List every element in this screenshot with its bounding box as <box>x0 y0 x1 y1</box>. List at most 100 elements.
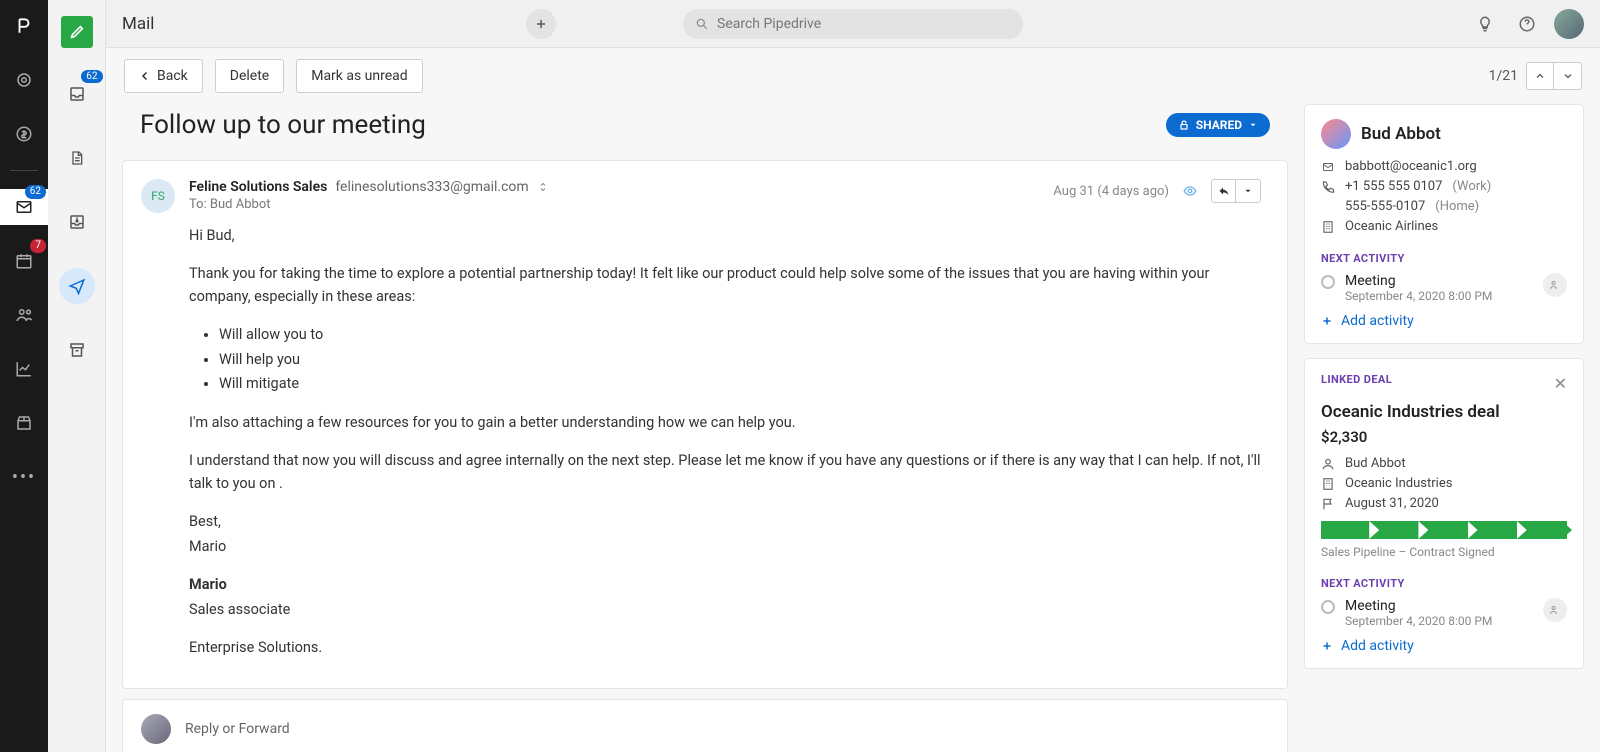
bullet: Will allow you to <box>219 324 1261 346</box>
body-greeting: Hi Bud, <box>189 225 1261 247</box>
contact-phone2-row[interactable]: 555-555-0107 (Home) <box>1321 199 1567 214</box>
activity-participants[interactable] <box>1543 273 1567 297</box>
contact-name[interactable]: Bud Abbot <box>1361 124 1441 144</box>
mail-icon <box>1321 161 1335 173</box>
contact-phone1-row[interactable]: +1 555 555 0107 (Work) <box>1321 179 1567 194</box>
subnav-inbox[interactable]: 62 <box>59 76 95 112</box>
rail-logo[interactable] <box>0 8 48 44</box>
mail-toolbar: Back Delete Mark as unread 1/21 <box>106 48 1600 104</box>
chart-icon <box>15 360 33 378</box>
search-placeholder: Search Pipedrive <box>717 16 821 32</box>
rail-calendar[interactable]: 7 <box>0 243 48 279</box>
subnav-outbox[interactable] <box>59 204 95 240</box>
deal-add-activity[interactable]: Add activity <box>1321 638 1567 654</box>
shared-label: SHARED <box>1196 118 1242 132</box>
contact-avatar <box>1321 119 1351 149</box>
shared-pill[interactable]: SHARED <box>1166 113 1270 137</box>
plus-icon <box>1321 315 1333 327</box>
sender-avatar: FS <box>141 179 175 213</box>
mail-icon <box>15 198 33 216</box>
deal-org-row[interactable]: Oceanic Industries <box>1321 476 1567 491</box>
body-p3: I understand that now you will discuss a… <box>189 450 1261 495</box>
subnav-archive[interactable] <box>59 332 95 368</box>
activity-checkbox[interactable] <box>1321 600 1335 614</box>
page-title: Mail <box>122 14 154 34</box>
page-counter: 1/21 <box>1489 68 1518 84</box>
contact-email-row[interactable]: babbott@oceanic1.org <box>1321 159 1567 174</box>
back-button[interactable]: Back <box>124 59 203 93</box>
search-input[interactable]: Search Pipedrive <box>683 9 1023 39</box>
activity-title: Meeting <box>1345 273 1533 289</box>
signoff2: Mario <box>189 536 1261 558</box>
sig-name: Mario <box>189 574 1261 596</box>
next-button[interactable] <box>1554 62 1582 90</box>
rail-divider <box>10 170 38 171</box>
mark-unread-button[interactable]: Mark as unread <box>296 59 422 93</box>
phone1-label: (Work) <box>1452 179 1491 194</box>
prev-button[interactable] <box>1526 62 1554 90</box>
body-bullets: Will allow you to Will help you Will mit… <box>189 324 1261 395</box>
mark-unread-label: Mark as unread <box>311 68 407 84</box>
search-icon <box>695 17 709 31</box>
book-icon <box>68 213 86 231</box>
compose-button[interactable] <box>61 16 93 48</box>
activity-checkbox[interactable] <box>1321 275 1335 289</box>
activity-participants[interactable] <box>1543 598 1567 622</box>
tips-button[interactable] <box>1470 9 1500 39</box>
caret-down-icon <box>1248 120 1258 130</box>
right-sidebar: Bud Abbot babbott@oceanic1.org +1 555 55… <box>1304 104 1584 736</box>
activity-when: September 4, 2020 8:00 PM <box>1345 289 1533 303</box>
contacts-icon <box>14 306 34 324</box>
sig-role: Sales associate <box>189 599 1261 621</box>
deal-unlink-button[interactable]: ✕ <box>1554 374 1567 393</box>
mail-subnav: 62 <box>48 0 106 752</box>
reply-placeholder: Reply or Forward <box>185 721 290 737</box>
sig-org: Enterprise Solutions. <box>189 637 1261 659</box>
subnav-sent[interactable] <box>59 268 95 304</box>
pencil-icon <box>69 24 85 40</box>
signoff1: Best, <box>189 511 1261 533</box>
subnav-drafts[interactable] <box>59 140 95 176</box>
eye-icon[interactable] <box>1181 184 1199 198</box>
sender-name: Feline Solutions Sales <box>189 179 327 195</box>
people-icon <box>1548 279 1562 291</box>
deal-title[interactable]: Oceanic Industries deal <box>1321 402 1567 422</box>
user-avatar[interactable] <box>1554 9 1584 39</box>
rail-mail[interactable]: 62 <box>0 189 48 225</box>
delete-button[interactable]: Delete <box>215 59 284 93</box>
contact-activity[interactable]: Meeting September 4, 2020 8:00 PM <box>1321 273 1567 303</box>
expand-icon[interactable] <box>537 180 549 194</box>
deal-person-row[interactable]: Bud Abbot <box>1321 456 1567 471</box>
contact-email: babbott@oceanic1.org <box>1345 159 1477 174</box>
pipeline-label: Sales Pipeline – Contract Signed <box>1321 545 1567 559</box>
rail-mail-badge: 62 <box>25 185 46 199</box>
topbar: Mail Search Pipedrive <box>106 0 1600 48</box>
rail-deals[interactable] <box>0 116 48 152</box>
contact-org: Oceanic Airlines <box>1345 219 1438 234</box>
rail-more[interactable]: ••• <box>0 459 48 495</box>
mail-subject: Follow up to our meeting <box>140 110 426 140</box>
target-icon <box>15 71 33 89</box>
deal-org: Oceanic Industries <box>1345 476 1452 491</box>
reply-dropdown[interactable] <box>1236 180 1260 202</box>
contact-add-activity[interactable]: Add activity <box>1321 313 1567 329</box>
contact-org-row[interactable]: Oceanic Airlines <box>1321 219 1567 234</box>
reply-bar[interactable]: Reply or Forward <box>122 699 1288 752</box>
calendar-icon <box>15 252 33 270</box>
reply-button[interactable] <box>1212 180 1236 202</box>
logo-icon <box>15 17 33 35</box>
help-button[interactable] <box>1512 9 1542 39</box>
deal-pipeline[interactable] <box>1321 521 1567 539</box>
rail-products[interactable] <box>0 405 48 441</box>
rail-leads[interactable] <box>0 62 48 98</box>
rail-insights[interactable] <box>0 351 48 387</box>
bullet: Will mitigate <box>219 373 1261 395</box>
deal-activity[interactable]: Meeting September 4, 2020 8:00 PM <box>1321 598 1567 628</box>
body-p2: I'm also attaching a few resources for y… <box>189 412 1261 434</box>
quick-add-button[interactable] <box>526 9 556 39</box>
send-icon <box>68 277 86 295</box>
rail-contacts[interactable] <box>0 297 48 333</box>
reply-split <box>1211 179 1261 203</box>
box-icon <box>15 414 33 432</box>
chevron-down-icon <box>1562 70 1574 82</box>
